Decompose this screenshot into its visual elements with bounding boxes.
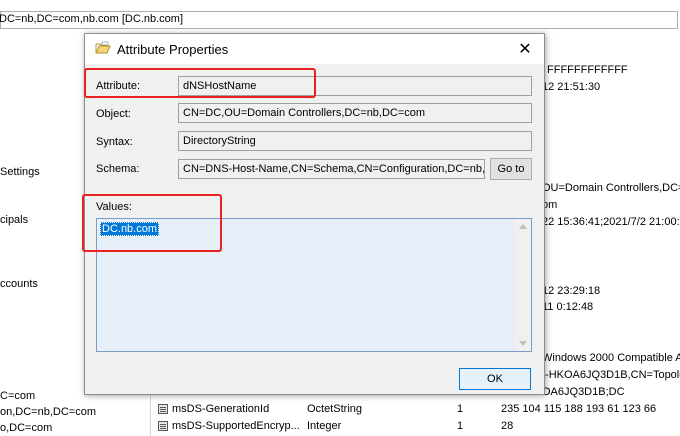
goto-button[interactable]: Go to: [490, 158, 532, 180]
attribute-syntax: OctetString: [307, 403, 363, 415]
tree-item-dc-nb-com[interactable]: on,DC=nb,DC=com: [0, 406, 96, 418]
pane-divider[interactable]: [150, 395, 151, 436]
attribute-value: OA6JQ3D1B;DC: [542, 386, 625, 398]
schema-label: Schema:: [96, 163, 140, 175]
attribute-value: 11 0:12:48: [542, 301, 594, 313]
attribute-icon: [158, 421, 168, 431]
folder-open-icon: [95, 41, 111, 54]
object-field[interactable]: CN=DC,OU=Domain Controllers,DC=nb,DC=com: [178, 103, 532, 123]
syntax-label: Syntax:: [96, 136, 133, 148]
attribute-value: 12 21:51:30: [542, 81, 601, 93]
tree-item-dc-com-2[interactable]: o,DC=com: [0, 422, 52, 434]
schema-field[interactable]: CN=DNS-Host-Name,CN=Schema,CN=Configurat…: [178, 159, 485, 179]
attribute-value: Windows 2000 Compatible A: [542, 352, 680, 364]
attribute-value: FFFFFFFFFFFF: [547, 64, 628, 76]
ok-button[interactable]: OK: [459, 368, 531, 390]
attribute-value: OU=Domain Controllers,DC=: [542, 182, 680, 194]
tree-item-accounts[interactable]: ccounts: [0, 278, 38, 290]
attribute-value: 22 15:36:41;2021/7/2 21:00:: [542, 216, 680, 228]
attribute-row-value: 28: [501, 420, 514, 432]
dialog-titlebar[interactable]: Attribute Properties ✕: [85, 34, 544, 64]
attribute-properties-dialog: Attribute Properties ✕ Attribute: dNSHos…: [84, 33, 545, 395]
dialog-title: Attribute Properties: [117, 42, 229, 57]
attribute-value: 12 23:29:18: [542, 285, 601, 297]
tree-item-dc-com[interactable]: C=com: [0, 390, 35, 402]
attribute-field[interactable]: dNSHostName: [178, 76, 532, 96]
syntax-field[interactable]: DirectoryString: [178, 131, 532, 151]
scroll-up-icon[interactable]: [519, 224, 527, 229]
attribute-icon: [158, 404, 168, 414]
attribute-name: msDS-GenerationId: [172, 403, 270, 415]
tree-item-settings[interactable]: Settings: [0, 166, 40, 178]
values-label: Values:: [96, 201, 132, 213]
attribute-name: msDS-SupportedEncryp...: [172, 420, 300, 432]
attribute-count: 1: [457, 403, 464, 415]
scroll-down-icon[interactable]: [519, 341, 527, 346]
attribute-value: I-HKOA6JQ3D1B,CN=Topolog: [542, 369, 680, 381]
values-scrollbar[interactable]: [515, 219, 531, 351]
close-icon[interactable]: ✕: [515, 40, 535, 60]
attribute-count: 1: [457, 420, 464, 432]
value-item[interactable]: DC.nb.com: [100, 222, 160, 236]
attribute-label: Attribute:: [96, 80, 141, 92]
attribute-row-value: 235 104 115 188 193 61 123 66: [501, 403, 657, 415]
attribute-syntax: Integer: [307, 420, 342, 432]
values-list[interactable]: DC.nb.com: [96, 218, 532, 352]
connection-path-bar: DC=nb,DC=com,nb.com [DC.nb.com]: [0, 11, 678, 29]
object-label: Object:: [96, 108, 131, 120]
tree-item-principals[interactable]: cipals: [0, 214, 28, 226]
connection-path: DC=nb,DC=com,nb.com [DC.nb.com]: [0, 13, 184, 25]
